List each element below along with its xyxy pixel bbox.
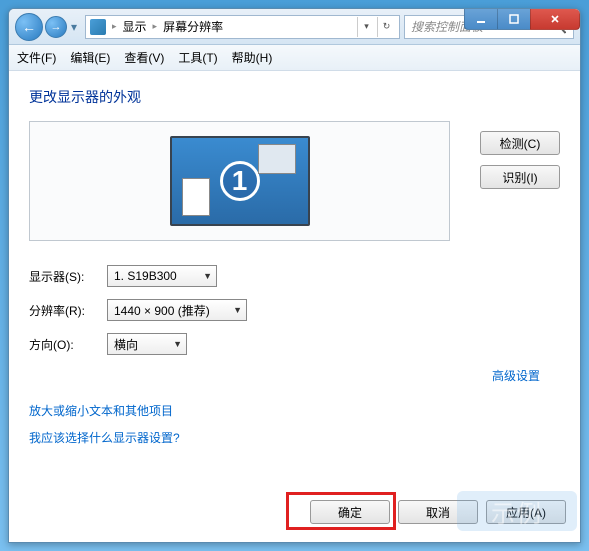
breadcrumb-sep-icon: ▸	[112, 21, 117, 32]
caption-buttons	[465, 8, 580, 30]
page-title: 更改显示器的外观	[29, 87, 560, 107]
menu-edit[interactable]: 编辑(E)	[70, 49, 110, 66]
text-size-link[interactable]: 放大或缩小文本和其他项目	[29, 404, 173, 418]
arrow-left-icon: ←	[22, 19, 36, 35]
resolution-value: 1440 × 900 (推荐)	[114, 302, 210, 319]
breadcrumb-sep-icon: ▸	[153, 21, 158, 32]
which-display-link-row: 我应该选择什么显示器设置?	[29, 429, 560, 446]
detect-button[interactable]: 检测(C)	[480, 131, 560, 155]
control-panel-window: ← → ▾ ▸ 显示 ▸ 屏幕分辨率 ▾ ↻ 搜索控制面板 🔍 文件(F)	[8, 8, 581, 543]
advanced-settings-row: 高级设置	[29, 367, 540, 384]
menu-help[interactable]: 帮助(H)	[232, 49, 273, 66]
orientation-label: 方向(O):	[29, 336, 101, 353]
advanced-settings-link[interactable]: 高级设置	[492, 369, 540, 383]
resolution-label: 分辨率(R):	[29, 302, 101, 319]
arrow-right-icon: →	[51, 21, 62, 33]
close-button[interactable]	[530, 8, 580, 30]
monitor-icon	[90, 19, 106, 35]
preview-side-buttons: 检测(C) 识别(I)	[480, 121, 560, 241]
orientation-dropdown[interactable]: 横向 ▼	[107, 333, 187, 355]
display-preview[interactable]: 1	[29, 121, 450, 241]
identify-button[interactable]: 识别(I)	[480, 165, 560, 189]
display-value: 1. S19B300	[114, 269, 177, 283]
content-area: 更改显示器的外观 1 检测(C) 识别(I) 显示器(S): 1. S19B30…	[9, 71, 580, 542]
display-dropdown[interactable]: 1. S19B300 ▼	[107, 265, 217, 287]
cancel-button[interactable]: 取消	[398, 500, 478, 524]
which-display-link[interactable]: 我应该选择什么显示器设置?	[29, 431, 180, 445]
forward-button[interactable]: →	[45, 16, 67, 38]
resolution-dropdown[interactable]: 1440 × 900 (推荐) ▼	[107, 299, 247, 321]
menu-tools[interactable]: 工具(T)	[178, 49, 217, 66]
chevron-down-icon: ▼	[173, 339, 182, 349]
breadcrumb[interactable]: ▸ 显示 ▸ 屏幕分辨率 ▾ ↻	[85, 15, 400, 39]
menu-view[interactable]: 查看(V)	[124, 49, 164, 66]
display-preview-row: 1 检测(C) 识别(I)	[29, 121, 560, 241]
breadcrumb-item-display[interactable]: 显示	[123, 18, 147, 35]
chevron-down-icon: ▼	[233, 305, 242, 315]
chevron-down-icon: ▾	[71, 20, 77, 34]
nav-buttons: ← → ▾	[15, 13, 81, 41]
maximize-button[interactable]	[497, 8, 531, 30]
monitor-number-badge: 1	[220, 161, 260, 201]
dialog-buttons: 确定 取消 应用(A)	[310, 500, 566, 524]
back-button[interactable]: ←	[15, 13, 43, 41]
textsize-link-row: 放大或缩小文本和其他项目	[29, 402, 560, 419]
breadcrumb-dropdown[interactable]: ▾	[357, 17, 375, 37]
refresh-button[interactable]: ↻	[377, 17, 395, 37]
monitor-thumbnail[interactable]: 1	[170, 136, 310, 226]
orientation-value: 横向	[114, 336, 138, 353]
menu-bar: 文件(F) 编辑(E) 查看(V) 工具(T) 帮助(H)	[9, 45, 580, 71]
orientation-row: 方向(O): 横向 ▼	[29, 333, 560, 355]
nav-history-dropdown[interactable]: ▾	[67, 20, 81, 34]
chevron-down-icon: ▼	[203, 271, 212, 281]
apply-button[interactable]: 应用(A)	[486, 500, 566, 524]
breadcrumb-end: ▾ ↻	[357, 17, 395, 37]
breadcrumb-item-resolution[interactable]: 屏幕分辨率	[163, 18, 223, 35]
display-label: 显示器(S):	[29, 268, 101, 285]
minimize-button[interactable]	[464, 8, 498, 30]
menu-file[interactable]: 文件(F)	[17, 49, 56, 66]
ok-button[interactable]: 确定	[310, 500, 390, 524]
resolution-row: 分辨率(R): 1440 × 900 (推荐) ▼	[29, 299, 560, 321]
display-row: 显示器(S): 1. S19B300 ▼	[29, 265, 560, 287]
